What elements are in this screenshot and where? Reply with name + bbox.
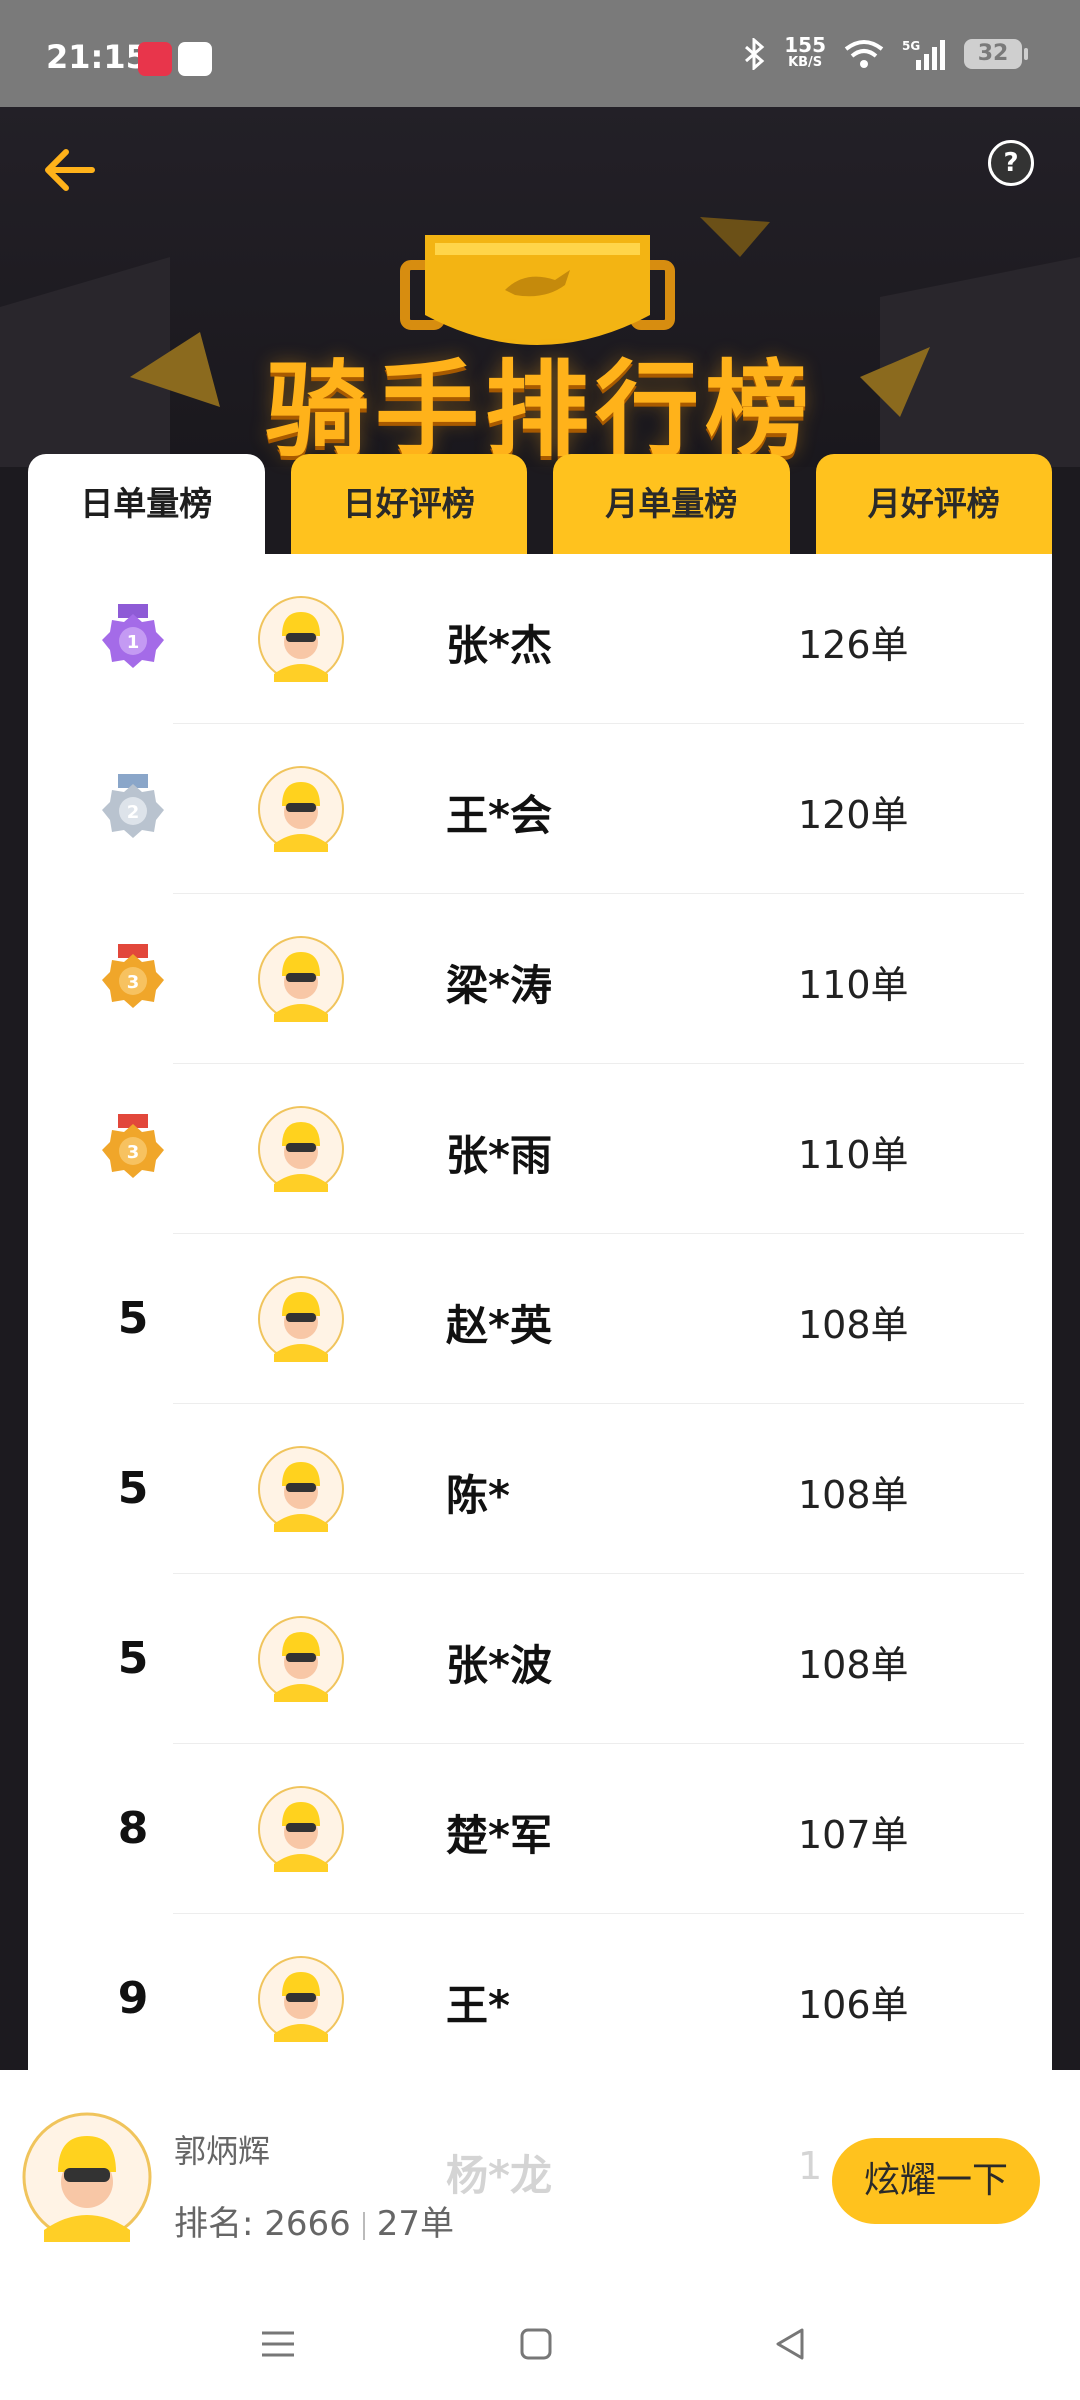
show-off-button[interactable]: 炫耀一下 xyxy=(832,2138,1040,2224)
order-count: 108单 xyxy=(798,1473,909,1517)
notification-app-icon xyxy=(178,42,212,76)
tab-monthly-reviews[interactable]: 月好评榜 xyxy=(815,454,1052,554)
ranking-row[interactable]: 3 张*雨 110单 xyxy=(28,1064,1052,1234)
rider-name: 张*杰 xyxy=(446,621,552,670)
ranking-list: 1 张*杰 126单 2 王*会 120单 3 梁*涛 110单 3 张*雨 1… xyxy=(28,554,1052,2084)
help-icon[interactable]: ? xyxy=(988,140,1034,186)
order-count: 126单 xyxy=(798,623,909,667)
rider-name: 王* xyxy=(446,1981,510,2030)
ranking-row[interactable]: 2 王*会 120单 xyxy=(28,724,1052,894)
avatar xyxy=(258,1276,344,1362)
home-icon[interactable] xyxy=(518,2326,554,2362)
avatar xyxy=(258,1786,344,1872)
avatar xyxy=(258,766,344,852)
avatar xyxy=(258,1106,344,1192)
rider-name: 赵*英 xyxy=(446,1301,552,1350)
back-icon[interactable] xyxy=(772,2326,808,2362)
order-count: 120单 xyxy=(798,793,909,837)
menu-icon[interactable] xyxy=(260,2326,296,2362)
my-avatar xyxy=(22,2112,152,2242)
avatar xyxy=(258,596,344,682)
music-app-icon xyxy=(138,42,172,76)
order-count: 110单 xyxy=(798,1133,909,1177)
svg-text:2: 2 xyxy=(127,802,140,823)
order-count: 110单 xyxy=(798,963,909,1007)
order-count: 108单 xyxy=(798,1303,909,1347)
my-rank-info: 排名: 2666 27单 xyxy=(174,2196,454,2245)
ranking-row[interactable]: 5 张*波 108单 xyxy=(28,1574,1052,1744)
silver-medal-icon: 2 xyxy=(102,774,164,838)
rider-name: 张*波 xyxy=(446,1641,552,1690)
network-speed: 155 KB/S xyxy=(784,33,826,70)
status-indicators: 155 KB/S 5G 32 xyxy=(744,33,1028,72)
rank-number: 5 xyxy=(117,1463,149,1514)
rider-name: 梁*涛 xyxy=(446,961,552,1010)
ranking-row[interactable]: 8 楚*军 107单 xyxy=(28,1744,1052,1914)
rank-number: 5 xyxy=(117,1633,149,1684)
order-count: 107单 xyxy=(798,1813,909,1857)
tab-daily-reviews[interactable]: 日好评榜 xyxy=(290,454,527,554)
peek-rider-name: 杨*龙 xyxy=(446,2151,552,2200)
svg-text:3: 3 xyxy=(127,972,140,993)
ranking-row[interactable]: 3 梁*涛 110单 xyxy=(28,894,1052,1064)
rank-number: 5 xyxy=(117,1293,149,1344)
rank-number: 8 xyxy=(117,1803,149,1854)
rider-name: 陈* xyxy=(446,1471,510,1520)
status-time: 21:15 xyxy=(46,38,148,76)
rank-number: 9 xyxy=(117,1973,149,2024)
svg-text:1: 1 xyxy=(127,632,140,653)
wifi-icon xyxy=(844,40,884,68)
ranking-row[interactable]: 5 陈* 108单 xyxy=(28,1404,1052,1574)
avatar xyxy=(258,1616,344,1702)
avatar xyxy=(258,936,344,1022)
tab-bar: 日单量榜 日好评榜 月单量榜 月好评榜 xyxy=(28,454,1052,554)
ranking-row[interactable]: 9 王* 106单 xyxy=(28,1914,1052,2084)
rider-name: 楚*军 xyxy=(446,1811,552,1860)
rider-name: 张*雨 xyxy=(446,1131,552,1180)
order-count: 108单 xyxy=(798,1643,909,1687)
gold-medal-purple-icon: 1 xyxy=(102,604,164,668)
bronze-medal-icon: 3 xyxy=(102,944,164,1008)
bluetooth-icon xyxy=(745,38,765,70)
status-bar: 21:15 155 KB/S 5G 32 xyxy=(0,0,1080,107)
my-name: 郭炳辉 xyxy=(174,2132,271,2170)
avatar xyxy=(258,1956,344,2042)
peek-order-count: 1 xyxy=(798,2144,823,2188)
my-rank-bar: 杨*龙 1 郭炳辉 排名: 2666 27单 炫耀一下 xyxy=(0,2070,1080,2288)
ranking-row[interactable]: 5 赵*英 108单 xyxy=(28,1234,1052,1404)
system-nav-bar xyxy=(0,2288,1080,2400)
avatar xyxy=(258,1446,344,1532)
bronze-medal-icon: 3 xyxy=(102,1114,164,1178)
order-count: 106单 xyxy=(798,1983,909,2027)
divider xyxy=(362,2211,365,2240)
my-order-count: 27单 xyxy=(376,2204,455,2244)
my-rank: 排名: 2666 xyxy=(174,2204,351,2244)
back-arrow-icon[interactable] xyxy=(40,140,100,200)
battery-icon: 32 xyxy=(964,39,1028,69)
tab-monthly-orders[interactable]: 月单量榜 xyxy=(553,454,790,554)
svg-text:5G: 5G xyxy=(902,39,920,53)
cellular-signal-icon: 5G xyxy=(902,39,945,70)
tab-daily-orders[interactable]: 日单量榜 xyxy=(28,454,265,554)
rider-name: 王*会 xyxy=(446,791,552,840)
svg-text:3: 3 xyxy=(127,1142,140,1163)
ranking-row[interactable]: 1 张*杰 126单 xyxy=(28,554,1052,724)
